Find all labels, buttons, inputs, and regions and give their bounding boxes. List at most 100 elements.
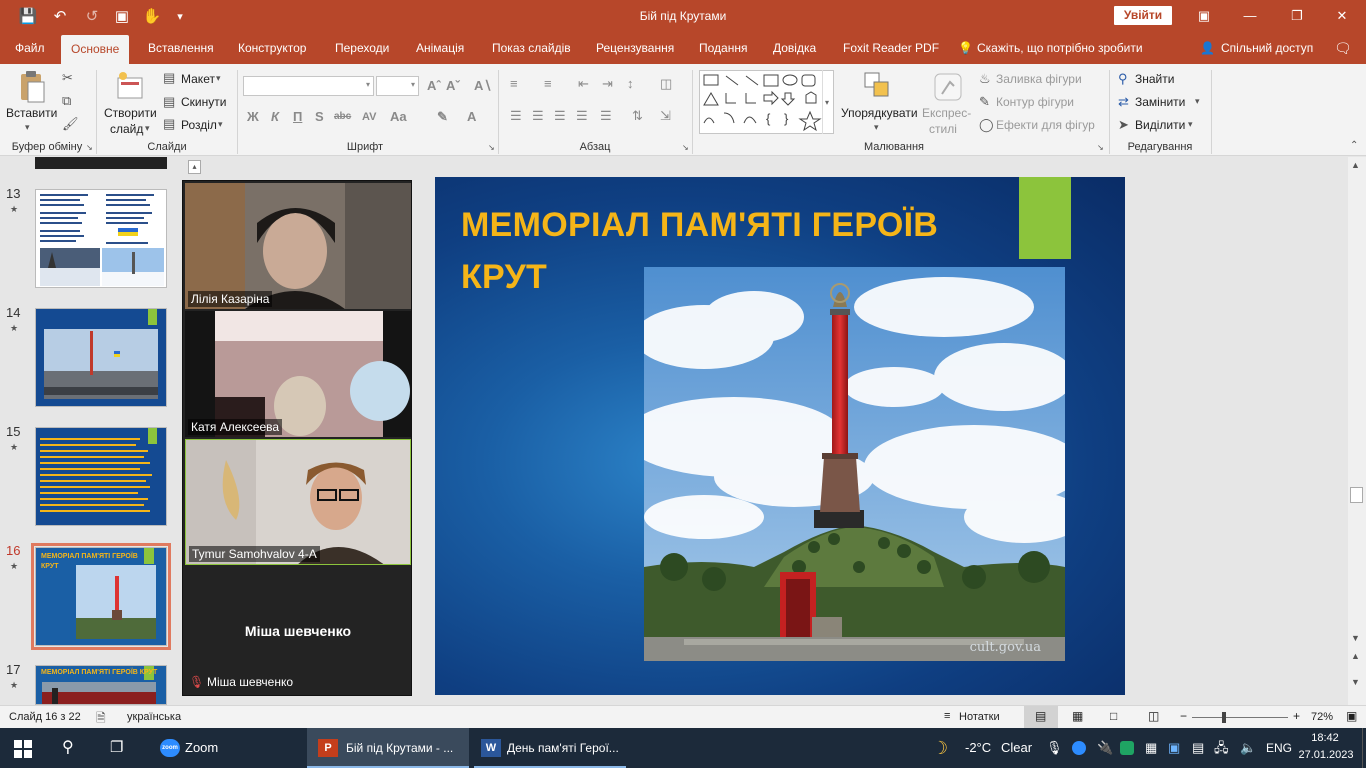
paste-icon[interactable] — [14, 70, 48, 106]
arrange-button[interactable]: Упорядкувати — [841, 106, 918, 120]
search-icon[interactable]: ⚲ — [62, 728, 74, 768]
zoom-slider[interactable] — [1192, 717, 1288, 718]
clear-formatting-icon[interactable]: A∖ — [474, 78, 492, 94]
clock-time[interactable]: 18:42 — [1302, 732, 1348, 744]
highlight-icon[interactable]: ✎ — [437, 109, 448, 125]
taskbar-app-word[interactable]: День пам'яті Герої... — [507, 728, 619, 768]
windows-start-icon[interactable] — [14, 740, 32, 758]
tab-review[interactable]: Рецензування — [596, 33, 674, 64]
new-slide-label-2[interactable]: слайд — [110, 122, 143, 136]
scroll-up-icon[interactable]: ▴ — [188, 160, 201, 174]
weather-moon-icon[interactable]: ☽ — [932, 728, 948, 768]
share-button[interactable]: Спільний доступ — [1221, 33, 1313, 64]
scroll-up-icon[interactable]: ▲ — [1351, 160, 1360, 170]
new-slide-dropdown-icon[interactable]: ▾ — [145, 123, 150, 134]
tray-app-icon-4[interactable]: ▤ — [1192, 728, 1204, 768]
shadow-icon[interactable]: S — [315, 109, 324, 124]
align-center-icon[interactable]: ☰ — [532, 108, 544, 124]
quick-styles-label[interactable]: Експрес- — [922, 106, 971, 120]
align-text-icon[interactable]: ⇲ — [660, 108, 671, 124]
columns-icon[interactable]: ◫ — [660, 76, 672, 92]
new-slide-icon[interactable] — [115, 70, 145, 102]
network-icon[interactable]: 🖧 — [1214, 728, 1229, 768]
tab-view[interactable]: Подання — [699, 33, 747, 64]
fit-to-window-icon[interactable]: ▣ — [1346, 709, 1357, 723]
grow-font-icon[interactable]: Aˆ — [427, 78, 441, 93]
tab-insert[interactable]: Вставлення — [148, 33, 214, 64]
replace-button[interactable]: Замінити — [1135, 95, 1185, 109]
weather-temperature[interactable]: -2°C — [965, 728, 991, 768]
maximize-icon[interactable]: ❐ — [1283, 6, 1311, 26]
bullets-icon[interactable]: ≡ — [510, 76, 518, 91]
text-direction-icon[interactable]: ⇅ — [632, 108, 643, 124]
tray-app-icon-2[interactable]: ▦ — [1145, 728, 1157, 768]
comments-icon[interactable]: 🗨 — [1334, 33, 1352, 64]
tab-transitions[interactable]: Переходи — [335, 33, 389, 64]
italic-icon[interactable]: К — [271, 109, 279, 124]
paragraph-launcher-icon[interactable]: ↘ — [682, 143, 689, 152]
tab-slideshow[interactable]: Показ слайдів — [492, 33, 571, 64]
clock-date[interactable]: 27.01.2023 — [1296, 749, 1356, 761]
layout-button[interactable]: Макет — [181, 72, 215, 86]
microphone-icon[interactable]: 🎙 — [1046, 728, 1063, 768]
section-button[interactable]: Розділ — [181, 118, 217, 132]
close-icon[interactable]: ✕ — [1328, 6, 1356, 26]
tell-me-search[interactable]: Скажіть, що потрібно зробити — [977, 33, 1143, 64]
paste-dropdown-icon[interactable]: ▾ — [25, 122, 30, 133]
section-dropdown-icon[interactable]: ▾ — [218, 119, 223, 130]
zoom-tray-icon[interactable] — [1072, 741, 1086, 755]
format-painter-icon[interactable]: 🖌 — [62, 116, 79, 132]
align-left-icon[interactable]: ☰ — [510, 108, 522, 124]
slide-thumbnail-13[interactable] — [35, 189, 167, 288]
paste-button[interactable]: Вставити — [6, 106, 57, 120]
select-button[interactable]: Виділити — [1135, 118, 1185, 132]
clipboard-launcher-icon[interactable]: ↘ — [86, 143, 93, 152]
increase-indent-icon[interactable]: ⇥ — [602, 76, 613, 92]
slide-thumbnail-16-selected[interactable]: МЕМОРІАЛ ПАМ'ЯТІ ГЕРОЇВ КРУТ — [31, 543, 171, 650]
replace-dropdown-icon[interactable]: ▾ — [1195, 96, 1200, 107]
strikethrough-icon[interactable]: abc — [334, 111, 351, 122]
taskbar-app-powerpoint[interactable]: Бій під Крутами - ... — [346, 728, 453, 768]
zoom-in-icon[interactable]: + — [1293, 709, 1300, 723]
shape-outline-button[interactable]: Контур фігури — [996, 95, 1074, 109]
reset-button[interactable]: Скинути — [181, 95, 226, 109]
font-size-combo[interactable]: ▾ — [376, 76, 419, 96]
minimize-icon[interactable]: — — [1236, 6, 1264, 26]
volume-icon[interactable]: 🔈 — [1240, 728, 1256, 768]
align-right-icon[interactable]: ☰ — [554, 108, 566, 124]
memorial-photo[interactable]: cult.gov.ua — [644, 267, 1065, 661]
line-spacing-icon[interactable]: ↕ — [627, 76, 634, 91]
arrange-icon[interactable] — [862, 70, 894, 104]
input-language[interactable]: ENG — [1266, 728, 1292, 768]
tab-help[interactable]: Довідка — [773, 33, 816, 64]
slide-thumbnail-15[interactable] — [35, 427, 167, 526]
tab-design[interactable]: Конструктор — [238, 33, 306, 64]
bold-icon[interactable]: Ж — [247, 109, 259, 124]
collapse-ribbon-icon[interactable]: ⌃ — [1350, 140, 1358, 151]
quick-styles-label-2[interactable]: стилі — [929, 122, 957, 136]
decrease-indent-icon[interactable]: ⇤ — [578, 76, 589, 92]
shapes-gallery-scroll[interactable]: ▾ — [822, 70, 834, 134]
zoom-slider-thumb[interactable] — [1222, 712, 1226, 723]
weather-condition[interactable]: Clear — [1001, 728, 1032, 768]
video-tile-active-speaker[interactable]: Tymur Samohvalov 4-А — [185, 439, 411, 565]
show-desktop-button[interactable] — [1362, 728, 1366, 768]
task-view-icon[interactable]: ❐ — [110, 728, 123, 768]
find-button[interactable]: Знайти — [1135, 72, 1174, 86]
scroll-down-icon[interactable]: ▼ — [1351, 633, 1360, 643]
zoom-out-icon[interactable]: − — [1180, 709, 1187, 723]
slideshow-icon[interactable]: ◫ — [1148, 709, 1159, 723]
arrange-dropdown-icon[interactable]: ▾ — [874, 122, 879, 133]
tray-app-icon[interactable] — [1120, 741, 1134, 755]
tab-animations[interactable]: Анімація — [416, 33, 464, 64]
slide-thumbnail-17[interactable]: МЕМОРІАЛ ПАМ'ЯТІ ГЕРОЇВ КРУТ — [35, 665, 167, 705]
underline-icon[interactable]: П — [293, 109, 302, 124]
font-name-combo[interactable]: ▾ — [243, 76, 374, 96]
font-color-icon[interactable]: A — [467, 109, 476, 124]
change-case-icon[interactable]: Aa — [390, 109, 407, 124]
video-tile-no-video[interactable]: Міша шевченко 🎙 Міша шевченко — [185, 567, 411, 693]
shape-effects-button[interactable]: Ефекти для фігур — [996, 118, 1095, 132]
next-slide-icon[interactable]: ▼ — [1351, 677, 1360, 687]
video-tile[interactable]: Лілія Казаріна — [185, 183, 411, 309]
usb-icon[interactable]: 🔌 — [1097, 728, 1113, 768]
